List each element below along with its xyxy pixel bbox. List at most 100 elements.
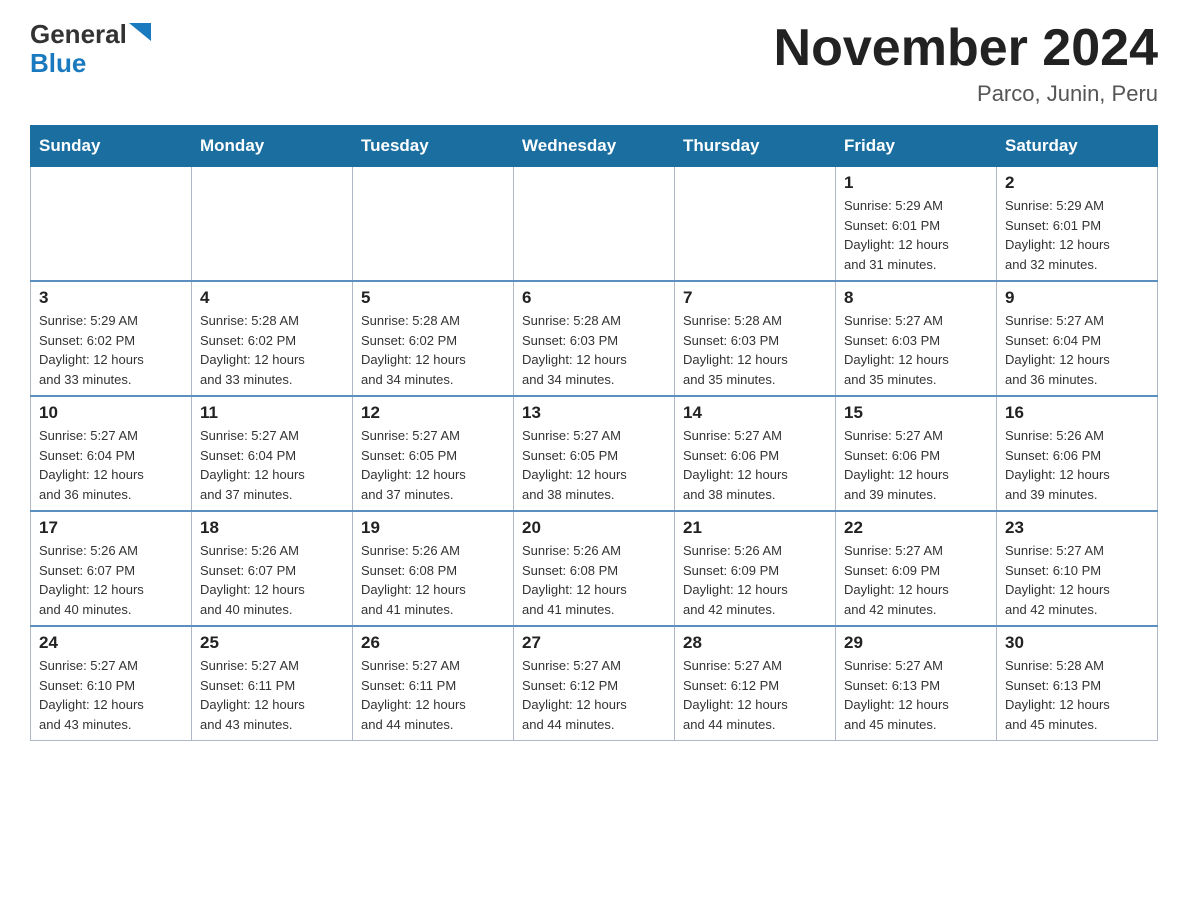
title-area: November 2024 Parco, Junin, Peru (774, 20, 1158, 107)
day-info: Sunrise: 5:27 AMSunset: 6:11 PMDaylight:… (361, 656, 505, 734)
calendar-cell: 14 Sunrise: 5:27 AMSunset: 6:06 PMDayligh… (675, 396, 836, 511)
day-of-week-monday: Monday (192, 126, 353, 167)
day-info: Sunrise: 5:27 AMSunset: 6:06 PMDaylight:… (844, 426, 988, 504)
calendar-cell: 18 Sunrise: 5:26 AMSunset: 6:07 PMDayligh… (192, 511, 353, 626)
day-number: 18 (200, 518, 344, 538)
day-info: Sunrise: 5:29 AMSunset: 6:01 PMDaylight:… (1005, 196, 1149, 274)
day-info: Sunrise: 5:27 AMSunset: 6:13 PMDaylight:… (844, 656, 988, 734)
day-number: 29 (844, 633, 988, 653)
day-number: 26 (361, 633, 505, 653)
page-header: General Blue November 2024 Parco, Junin,… (30, 20, 1158, 107)
calendar-cell: 12 Sunrise: 5:27 AMSunset: 6:05 PMDayligh… (353, 396, 514, 511)
day-info: Sunrise: 5:29 AMSunset: 6:02 PMDaylight:… (39, 311, 183, 389)
day-number: 17 (39, 518, 183, 538)
day-info: Sunrise: 5:27 AMSunset: 6:12 PMDaylight:… (683, 656, 827, 734)
calendar-cell: 28 Sunrise: 5:27 AMSunset: 6:12 PMDayligh… (675, 626, 836, 741)
day-of-week-thursday: Thursday (675, 126, 836, 167)
day-info: Sunrise: 5:27 AMSunset: 6:12 PMDaylight:… (522, 656, 666, 734)
calendar-cell: 17Sunrise: 5:26 AMSunset: 6:07 PMDayligh… (31, 511, 192, 626)
calendar-cell: 29 Sunrise: 5:27 AMSunset: 6:13 PMDayligh… (836, 626, 997, 741)
calendar-week-row: 3 Sunrise: 5:29 AMSunset: 6:02 PMDaylight… (31, 281, 1158, 396)
calendar-cell: 27 Sunrise: 5:27 AMSunset: 6:12 PMDayligh… (514, 626, 675, 741)
day-number: 14 (683, 403, 827, 423)
calendar-cell: 26 Sunrise: 5:27 AMSunset: 6:11 PMDayligh… (353, 626, 514, 741)
calendar-cell: 10 Sunrise: 5:27 AMSunset: 6:04 PMDayligh… (31, 396, 192, 511)
day-number: 2 (1005, 173, 1149, 193)
day-number: 24 (39, 633, 183, 653)
calendar-week-row: 10 Sunrise: 5:27 AMSunset: 6:04 PMDayligh… (31, 396, 1158, 511)
day-number: 10 (39, 403, 183, 423)
day-number: 21 (683, 518, 827, 538)
day-info: Sunrise: 5:26 AMSunset: 6:09 PMDaylight:… (683, 541, 827, 619)
day-number: 25 (200, 633, 344, 653)
calendar-cell: 25 Sunrise: 5:27 AMSunset: 6:11 PMDayligh… (192, 626, 353, 741)
day-info: Sunrise: 5:26 AMSunset: 6:08 PMDaylight:… (361, 541, 505, 619)
day-number: 15 (844, 403, 988, 423)
day-info: Sunrise: 5:28 AMSunset: 6:03 PMDaylight:… (683, 311, 827, 389)
day-info: Sunrise: 5:26 AMSunset: 6:07 PMDaylight:… (200, 541, 344, 619)
day-info: Sunrise: 5:27 AMSunset: 6:05 PMDaylight:… (361, 426, 505, 504)
day-info: Sunrise: 5:27 AMSunset: 6:09 PMDaylight:… (844, 541, 988, 619)
day-of-week-tuesday: Tuesday (353, 126, 514, 167)
day-number: 4 (200, 288, 344, 308)
day-number: 8 (844, 288, 988, 308)
day-info: Sunrise: 5:27 AMSunset: 6:11 PMDaylight:… (200, 656, 344, 734)
calendar-cell (31, 167, 192, 282)
day-number: 12 (361, 403, 505, 423)
day-of-week-saturday: Saturday (997, 126, 1158, 167)
day-number: 3 (39, 288, 183, 308)
calendar-cell: 13Sunrise: 5:27 AMSunset: 6:05 PMDayligh… (514, 396, 675, 511)
calendar-cell (514, 167, 675, 282)
day-number: 1 (844, 173, 988, 193)
day-info: Sunrise: 5:28 AMSunset: 6:13 PMDaylight:… (1005, 656, 1149, 734)
day-number: 7 (683, 288, 827, 308)
calendar-cell (353, 167, 514, 282)
day-number: 28 (683, 633, 827, 653)
calendar-header-row: SundayMondayTuesdayWednesdayThursdayFrid… (31, 126, 1158, 167)
location: Parco, Junin, Peru (774, 81, 1158, 107)
day-number: 23 (1005, 518, 1149, 538)
day-info: Sunrise: 5:27 AMSunset: 6:03 PMDaylight:… (844, 311, 988, 389)
day-number: 5 (361, 288, 505, 308)
day-number: 6 (522, 288, 666, 308)
day-info: Sunrise: 5:28 AMSunset: 6:02 PMDaylight:… (361, 311, 505, 389)
day-info: Sunrise: 5:29 AMSunset: 6:01 PMDaylight:… (844, 196, 988, 274)
day-number: 22 (844, 518, 988, 538)
calendar-week-row: 1 Sunrise: 5:29 AMSunset: 6:01 PMDaylight… (31, 167, 1158, 282)
calendar-cell: 1 Sunrise: 5:29 AMSunset: 6:01 PMDaylight… (836, 167, 997, 282)
day-number: 27 (522, 633, 666, 653)
calendar-cell: 8 Sunrise: 5:27 AMSunset: 6:03 PMDaylight… (836, 281, 997, 396)
calendar-cell: 7 Sunrise: 5:28 AMSunset: 6:03 PMDaylight… (675, 281, 836, 396)
day-number: 19 (361, 518, 505, 538)
calendar-table: SundayMondayTuesdayWednesdayThursdayFrid… (30, 125, 1158, 741)
day-info: Sunrise: 5:27 AMSunset: 6:10 PMDaylight:… (1005, 541, 1149, 619)
calendar-cell: 22 Sunrise: 5:27 AMSunset: 6:09 PMDayligh… (836, 511, 997, 626)
calendar-cell: 20Sunrise: 5:26 AMSunset: 6:08 PMDayligh… (514, 511, 675, 626)
day-of-week-sunday: Sunday (31, 126, 192, 167)
calendar-cell: 16Sunrise: 5:26 AMSunset: 6:06 PMDayligh… (997, 396, 1158, 511)
calendar-cell: 6 Sunrise: 5:28 AMSunset: 6:03 PMDaylight… (514, 281, 675, 396)
calendar-week-row: 24 Sunrise: 5:27 AMSunset: 6:10 PMDayligh… (31, 626, 1158, 741)
day-info: Sunrise: 5:27 AMSunset: 6:04 PMDaylight:… (39, 426, 183, 504)
calendar-cell: 11 Sunrise: 5:27 AMSunset: 6:04 PMDayligh… (192, 396, 353, 511)
calendar-cell: 4Sunrise: 5:28 AMSunset: 6:02 PMDaylight… (192, 281, 353, 396)
day-info: Sunrise: 5:27 AMSunset: 6:04 PMDaylight:… (1005, 311, 1149, 389)
calendar-cell: 3 Sunrise: 5:29 AMSunset: 6:02 PMDaylight… (31, 281, 192, 396)
calendar-cell: 24 Sunrise: 5:27 AMSunset: 6:10 PMDayligh… (31, 626, 192, 741)
calendar-cell (192, 167, 353, 282)
day-info: Sunrise: 5:28 AMSunset: 6:03 PMDaylight:… (522, 311, 666, 389)
calendar-cell: 21 Sunrise: 5:26 AMSunset: 6:09 PMDayligh… (675, 511, 836, 626)
logo-triangle-icon (129, 23, 151, 41)
day-info: Sunrise: 5:27 AMSunset: 6:06 PMDaylight:… (683, 426, 827, 504)
logo-general-text: General (30, 20, 127, 49)
day-info: Sunrise: 5:27 AMSunset: 6:04 PMDaylight:… (200, 426, 344, 504)
day-number: 11 (200, 403, 344, 423)
calendar-cell (675, 167, 836, 282)
calendar-cell: 9Sunrise: 5:27 AMSunset: 6:04 PMDaylight… (997, 281, 1158, 396)
logo: General Blue (30, 20, 151, 77)
day-info: Sunrise: 5:27 AMSunset: 6:05 PMDaylight:… (522, 426, 666, 504)
day-info: Sunrise: 5:27 AMSunset: 6:10 PMDaylight:… (39, 656, 183, 734)
month-title: November 2024 (774, 20, 1158, 77)
logo-blue-text: Blue (30, 48, 86, 78)
day-info: Sunrise: 5:26 AMSunset: 6:06 PMDaylight:… (1005, 426, 1149, 504)
